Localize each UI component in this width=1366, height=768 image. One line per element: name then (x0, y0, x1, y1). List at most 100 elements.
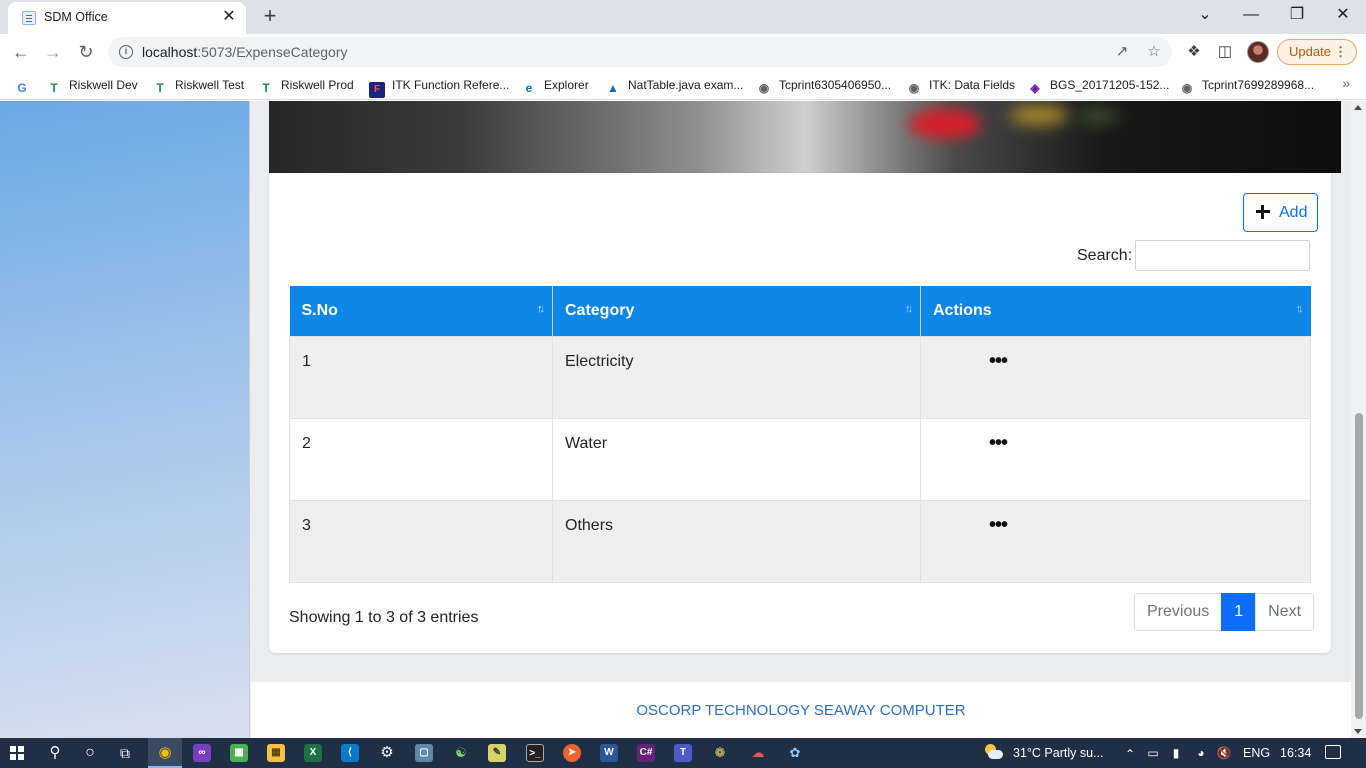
page-1-button[interactable]: 1 (1221, 593, 1257, 631)
cell-actions: ••• (920, 335, 1311, 419)
more-actions-icon[interactable]: ••• (989, 351, 1013, 371)
tab-search-icon[interactable]: ⌄ (1190, 3, 1220, 27)
cell-actions: ••• (920, 417, 1311, 501)
nattable-icon: ▲ (607, 81, 619, 95)
expense-category-card: Add Search: S.No ↑↓ Category ↑↓ Actions … (269, 173, 1331, 653)
puzzle-icon[interactable]: ❖ (1183, 41, 1205, 63)
volume-muted-icon[interactable]: 🔇 (1214, 743, 1234, 763)
next-page-button[interactable]: Next (1255, 593, 1315, 631)
table-header-row: S.No ↑↓ Category ↑↓ Actions ↑↓ (289, 286, 1311, 336)
bookmarks-overflow-icon[interactable]: » (1342, 75, 1350, 91)
page-content: Add Search: S.No ↑↓ Category ↑↓ Actions … (0, 101, 1366, 738)
bookmark-riskwell-dev[interactable]: T Riskwell Dev (46, 76, 137, 95)
bookmark-explorer[interactable]: e Explorer (521, 76, 589, 95)
scroll-down-icon[interactable] (1354, 729, 1362, 734)
forward-arrow-icon[interactable]: → (40, 39, 66, 65)
settings-icon[interactable]: ⚙ (377, 743, 397, 763)
tab-close-icon[interactable]: ✕ (218, 6, 240, 28)
terminal-icon[interactable]: >_ (526, 744, 544, 762)
slack-icon[interactable]: ❁ (710, 743, 730, 763)
table-row: 3 Others ••• (289, 499, 1311, 583)
back-arrow-icon[interactable]: ← (8, 39, 34, 65)
add-label: Add (1279, 204, 1308, 221)
wifi-icon[interactable]: ◕ (1191, 743, 1211, 763)
paint-icon[interactable]: ✿ (785, 743, 805, 763)
address-bar[interactable]: i localhost:5073/ExpenseCategory ↗ ☆ (108, 37, 1172, 67)
search-input[interactable] (1135, 240, 1310, 271)
app-green-icon[interactable]: ▦ (230, 744, 248, 762)
scroll-thumb[interactable] (1355, 413, 1363, 719)
sidebar (0, 101, 250, 738)
window-close-icon[interactable]: ✕ (1328, 3, 1358, 27)
column-header-sno[interactable]: S.No ↑↓ (289, 286, 553, 336)
column-header-label: S.No (301, 301, 338, 319)
language-indicator[interactable]: ENG (1243, 746, 1270, 760)
riskwell-icon: T (156, 81, 164, 95)
bookmark-itk-data-fields[interactable]: ◉ ITK: Data Fields (906, 76, 1015, 95)
file-explorer-icon[interactable]: ▦ (267, 744, 285, 762)
notepad-icon[interactable]: ✎ (488, 744, 506, 762)
teams-icon[interactable]: T (674, 744, 692, 762)
bookmark-bgs[interactable]: ◈ BGS_20171205-152... (1027, 76, 1170, 95)
search-icon[interactable]: ⚲ (45, 743, 65, 763)
postman-icon[interactable]: ➤ (563, 744, 581, 762)
bookmark-tcprint-1[interactable]: ◉ Tcprint6305406950... (756, 76, 891, 95)
plus-icon (1256, 205, 1270, 219)
bookmark-label: Riskwell Test (175, 78, 245, 92)
app-figure-icon[interactable]: ☯ (451, 743, 471, 763)
cell-category: Others (552, 499, 921, 583)
task-view-icon[interactable]: ⧉ (115, 743, 135, 763)
reload-icon[interactable]: ↻ (73, 39, 99, 65)
weather-icon[interactable] (983, 744, 1003, 760)
chevron-up-icon[interactable]: ⌃ (1120, 744, 1140, 764)
globe-icon: ◉ (908, 81, 920, 95)
previous-page-button[interactable]: Previous (1134, 593, 1223, 631)
scroll-up-icon[interactable] (1354, 105, 1362, 110)
cell-category: Electricity (552, 335, 921, 419)
word-icon[interactable]: W (600, 744, 618, 762)
battery-icon[interactable]: ▮ (1166, 743, 1186, 763)
app-cloud-icon[interactable]: ☁ (748, 743, 768, 763)
bookmark-label: BGS_20171205-152... (1050, 78, 1170, 92)
more-actions-icon[interactable]: ••• (989, 433, 1013, 453)
chrome-icon[interactable]: ◉ (155, 743, 175, 763)
info-icon[interactable]: i (119, 45, 133, 59)
side-panel-icon[interactable]: ◫ (1214, 41, 1236, 63)
bookmark-nattable[interactable]: ▲ NatTable.java exam... (605, 76, 743, 95)
page-scrollbar[interactable] (1351, 101, 1366, 738)
browser-tab[interactable]: SDM Office ✕ (8, 2, 246, 34)
url-text[interactable]: localhost:5073/ExpenseCategory (142, 44, 347, 60)
sort-icon: ↑↓ (1295, 303, 1304, 315)
bookmark-tcprint-2[interactable]: ◉ Tcprint7699289968... (1179, 76, 1314, 95)
bookmark-riskwell-test[interactable]: T Riskwell Test (152, 76, 245, 95)
tab-title: SDM Office (44, 10, 108, 24)
minimize-icon[interactable]: — (1236, 3, 1266, 27)
windows-start-icon[interactable] (10, 746, 24, 760)
star-icon[interactable]: ☆ (1144, 42, 1164, 62)
clock-time[interactable]: 16:34 (1280, 746, 1311, 760)
bookmark-riskwell-prod[interactable]: T Riskwell Prod (258, 76, 353, 95)
new-tab-icon[interactable]: + (258, 4, 282, 28)
column-header-actions[interactable]: Actions ↑↓ (920, 286, 1311, 336)
app-window-icon[interactable]: ▢ (415, 744, 433, 762)
share-icon[interactable]: ↗ (1112, 42, 1132, 62)
vscode-icon[interactable]: ⟨ (341, 744, 359, 762)
avatar[interactable] (1247, 41, 1269, 63)
update-button[interactable]: Update ⋮ (1277, 39, 1357, 65)
column-header-category[interactable]: Category ↑↓ (552, 286, 921, 336)
add-button[interactable]: Add (1243, 193, 1318, 232)
bookmark-google[interactable]: G (14, 76, 37, 95)
device-icon[interactable]: ▭ (1143, 743, 1163, 763)
excel-icon[interactable]: X (304, 744, 322, 762)
hero-highlight-red (909, 109, 981, 139)
footer-link[interactable]: OSCORP TECHNOLOGY SEAWAY COMPUTER (636, 702, 965, 719)
weather-text[interactable]: 31°C Partly su... (1013, 746, 1103, 760)
cortana-icon[interactable]: ○ (80, 743, 100, 763)
more-actions-icon[interactable]: ••• (989, 515, 1013, 535)
visual-studio-icon[interactable]: ∞ (193, 744, 211, 762)
notification-icon[interactable] (1325, 745, 1341, 759)
csharp-icon[interactable]: C# (637, 744, 655, 762)
restore-icon[interactable]: ❐ (1282, 3, 1312, 27)
update-label: Update (1289, 44, 1331, 59)
bookmark-itk-function[interactable]: F ITK Function Refere... (369, 76, 509, 98)
